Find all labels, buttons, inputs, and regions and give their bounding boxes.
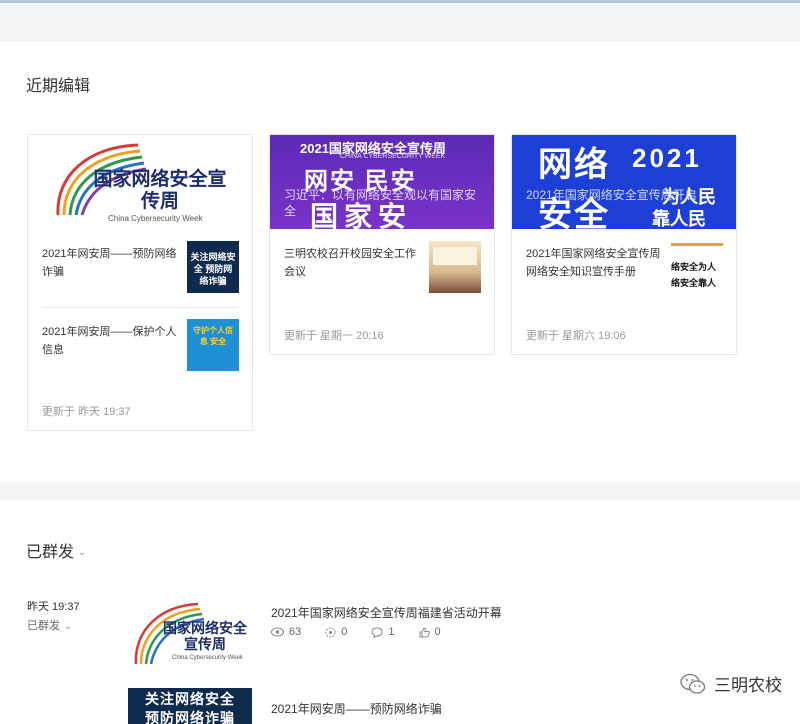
thumbnail-text: 预防网络诈骗 (145, 710, 235, 724)
shares-stat: 0 (325, 626, 347, 638)
watermark-text: 三明农校 (714, 676, 782, 695)
updated-time: 更新于 星期一 20:16 (284, 330, 384, 342)
logo-text-en: China Cybersecurity Week (108, 214, 203, 223)
sent-status[interactable]: 已群发 ⌄ (27, 617, 72, 633)
chevron-down-icon: ⌄ (64, 620, 73, 632)
list-item[interactable]: 2021年国家网络安全宣传周网络安全知识宣传手册 络安全为人 络安全靠人 (512, 235, 736, 305)
wechat-icon (680, 673, 706, 694)
cover-title: 习近平：以有网络安全观以有国家安全 (284, 188, 477, 218)
thumbs-up-icon (419, 626, 430, 637)
item-thumbnail: 关注网络安全 预防网络诈骗 (187, 241, 239, 293)
chevron-down-icon: ⌄ (78, 547, 87, 559)
item-title: 2021年网安周——保护个人信息 (42, 326, 177, 356)
article-thumbnail[interactable]: 关注网络安全 预防网络诈骗 (128, 688, 252, 724)
sent-time: 昨天 19:37 (27, 601, 80, 613)
list-item[interactable]: 三明农校召开校园安全工作会议 (270, 235, 494, 305)
thumbnail-text-en: China Cybersecurity Week (172, 655, 243, 661)
draft-card[interactable]: 国家网络安全宣传周 China Cybersecurity Week 2021年… (27, 134, 253, 431)
thumbnail-text: 守护个人信息 安全 (193, 326, 233, 346)
thumbnail-text: 关注网络安全 预防网络诈骗 (190, 252, 236, 286)
list-item[interactable]: 2021年网安周——预防网络诈骗 关注网络安全 预防网络诈骗 (28, 235, 252, 305)
draft-card[interactable]: 2021国家网络安全宣传周 CHINA CYBERSECURITY WEEK 网… (269, 134, 495, 355)
cover-image[interactable]: 网络 2021 安全 为人民 靠人民 2021年国家网络安全宣传周开启 (512, 135, 736, 229)
cover-year: 2021 (632, 143, 702, 173)
article-thumbnail[interactable]: 国家网络安全宣传周 China Cybersecurity Week (128, 598, 252, 668)
recent-edits-title: 近期编辑 (26, 78, 91, 95)
cover-title: 2021年国家网络安全宣传周开启 (526, 188, 697, 202)
thumbnail-stripe (671, 243, 723, 246)
thumbnail-text: 络安全靠人 (671, 278, 717, 288)
list-item[interactable]: 2021年网安周——保护个人信息 守护个人信息 安全 (28, 313, 252, 383)
item-thumbnail: 络安全为人 络安全靠人 (671, 241, 723, 293)
comments-count: 1 (388, 626, 395, 638)
thumbnail-text-cn: 国家网络安全宣传周 (163, 620, 247, 652)
sent-title[interactable]: 已群发 ⌄ (26, 538, 86, 562)
updated-time: 更新于 星期六 19:06 (526, 330, 626, 342)
sent-status-label: 已群发 (27, 620, 60, 632)
thumbnail-board (433, 247, 477, 265)
article-stats: 63 0 1 0 (271, 626, 441, 638)
views-count: 63 (289, 626, 302, 638)
cover-big-text-1: 网络 (538, 146, 610, 184)
item-thumbnail: 守护个人信息 安全 (187, 319, 239, 371)
comments-stat: 1 (371, 626, 395, 638)
comment-icon (371, 626, 383, 638)
share-icon (325, 627, 336, 637)
cover-image[interactable]: 2021国家网络安全宣传周 CHINA CYBERSECURITY WEEK 网… (270, 135, 494, 229)
recent-edits-panel: 近期编辑 国家网络安全宣传周 China Cybersecurity Week … (0, 42, 800, 482)
article-title[interactable]: 2021年国家网络安全宣传周福建省活动开幕 (271, 604, 502, 621)
shares-count: 0 (341, 626, 348, 638)
thumbnail-text: 关注网络安全 (145, 691, 235, 707)
item-thumbnail (429, 241, 481, 293)
item-title: 2021年国家网络安全宣传周网络安全知识宣传手册 (526, 248, 661, 278)
updated-time: 更新于 昨天 19:37 (42, 406, 131, 418)
logo-text-cn: 国家网络安全宣传周 (93, 169, 227, 212)
cover-image[interactable]: 国家网络安全宣传周 China Cybersecurity Week (28, 135, 252, 229)
sent-title-label: 已群发 (26, 544, 75, 561)
article-title[interactable]: 2021年网安周——预防网络诈骗 (271, 700, 442, 717)
draft-card[interactable]: 网络 2021 安全 为人民 靠人民 2021年国家网络安全宣传周开启 2021… (511, 134, 737, 355)
eye-icon (271, 627, 284, 637)
thumbnail-text: 络安全为人 (671, 262, 717, 272)
cover-slogan-2: 靠人民 (652, 209, 706, 229)
item-title: 2021年网安周——预防网络诈骗 (42, 248, 177, 278)
cover-banner-en: CHINA CYBERSECURITY WEEK (340, 153, 446, 160)
likes-count: 0 (434, 626, 441, 638)
item-title: 三明农校召开校园安全工作会议 (284, 248, 416, 278)
divider (42, 307, 238, 308)
views-stat: 63 (271, 626, 301, 638)
watermark: 三明农校 (680, 671, 782, 696)
likes-stat: 0 (419, 626, 441, 638)
top-accent-line (0, 0, 800, 3)
